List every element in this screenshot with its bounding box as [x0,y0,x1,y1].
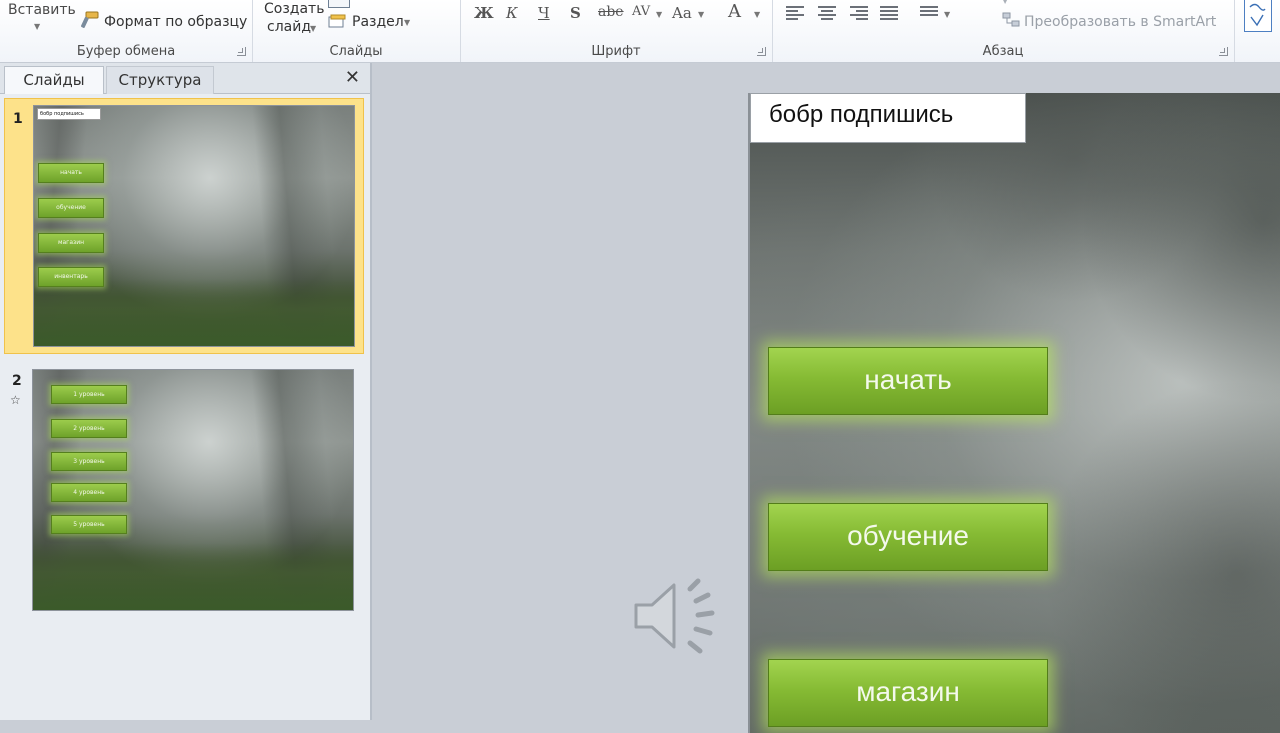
format-painter-icon[interactable] [80,10,100,30]
italic-button[interactable]: К [506,4,518,22]
smartart-icon[interactable] [1002,12,1020,28]
char-spacing-button[interactable]: AV [632,4,650,19]
thumb-button: 3 уровень [51,452,127,471]
section-icon[interactable] [328,14,348,30]
tab-outline[interactable]: Структура [106,66,214,94]
thumb-button: 4 уровень [51,483,127,502]
slide-thumbnail-image[interactable]: бобр подпишись начать обучение магазин и… [33,105,355,347]
columns-dropdown-icon[interactable]: ▼ [944,10,950,19]
slide-number: 1 [13,111,23,127]
thumb-button: 2 уровень [51,419,127,438]
thumb-button: 1 уровень [51,385,127,404]
paste-button[interactable]: Вставить [8,2,76,18]
format-painter-button[interactable]: Формат по образцу [104,14,247,30]
slides-panel: Слайды Структура ✕ 1 бобр подпишись нача… [0,63,372,720]
start-button[interactable]: начать [768,347,1048,415]
thumb-button: обучение [38,198,104,218]
drawing-group [1234,0,1280,62]
tab-slides[interactable]: Слайды [4,66,104,94]
paragraph-group: ▼ Преобразовать в SmartArt ▼ Абзац [772,0,1235,62]
align-left-icon[interactable] [786,6,804,20]
underline-button[interactable]: Ч [538,4,550,22]
paste-dropdown-icon[interactable]: ▼ [34,22,40,31]
animation-star-icon: ☆ [10,393,21,407]
shadow-button[interactable]: S [570,4,581,22]
slide-thumbnail-2[interactable]: 2 ☆ 1 уровень 2 уровень 3 уровень 4 уров… [4,363,362,617]
columns-icon[interactable] [920,6,938,20]
bold-button[interactable]: Ж [474,4,494,22]
slide-number: 2 [12,373,22,389]
layout-icon[interactable] [328,0,350,8]
slide-thumbnail-1[interactable]: 1 бобр подпишись начать обучение магазин… [4,98,364,354]
slide-thumbnail-image[interactable]: 1 уровень 2 уровень 3 уровень 4 уровень … [32,369,354,611]
thumb-button: 5 уровень [51,515,127,534]
convert-smartart-button[interactable]: Преобразовать в SmartArt [1024,14,1216,30]
justify-icon[interactable] [880,6,898,20]
strikethrough-button[interactable]: abe [598,4,624,20]
paragraph-launcher-icon[interactable] [1219,47,1228,56]
thumb-grass [34,278,354,346]
char-spacing-dropdown-icon[interactable]: ▼ [656,10,662,19]
clipboard-group-label: Буфер обмена [76,44,176,59]
font-color-dropdown-icon[interactable]: ▼ [754,10,760,19]
new-slide-label-line2[interactable]: слайд [267,19,311,35]
paragraph-group-label: Абзац [982,44,1024,59]
thumb-button: инвентарь [38,267,104,287]
change-case-dropdown-icon[interactable]: ▼ [698,10,704,19]
shop-button[interactable]: магазин [768,659,1048,727]
section-dropdown-icon[interactable]: ▼ [404,18,410,27]
font-group-label: Шрифт [591,44,641,59]
training-button[interactable]: обучение [768,503,1048,571]
font-launcher-icon[interactable] [757,47,766,56]
section-button[interactable]: Раздел [352,14,404,30]
thumb-grass [33,542,353,610]
speaker-icon[interactable] [630,571,730,661]
current-slide[interactable]: бобр подпишись начать обучение магазин [748,93,1280,733]
change-case-button[interactable]: Aa [672,4,692,22]
new-slide-label-line1[interactable]: Создать [264,1,324,17]
thumb-button: магазин [38,233,104,253]
ribbon: Вставить ▼ Формат по образцу Буфер обмен… [0,0,1280,63]
slide-title[interactable]: бобр подпишись [750,93,1026,143]
thumb-title: бобр подпишись [37,108,101,120]
slide-editor: бобр подпишись начать обучение магазин [372,63,1280,733]
font-color-button[interactable]: A [728,1,741,22]
shapes-icon[interactable] [1244,0,1272,32]
close-icon[interactable]: ✕ [345,67,360,88]
align-center-icon[interactable] [818,6,836,20]
slides-group-label: Слайды [329,44,383,59]
panel-tabbar: Слайды Структура ✕ [0,63,370,94]
font-group: Ж К Ч S abe AV ▼ Aa ▼ A ▼ Шрифт [460,0,773,62]
slides-group: Создать слайд ▼ Раздел ▼ Слайды [252,0,461,62]
new-slide-dropdown-icon[interactable]: ▼ [310,24,316,33]
clipboard-group: Вставить ▼ Формат по образцу Буфер обмен… [0,0,253,62]
clipboard-launcher-icon[interactable] [237,47,246,56]
align-right-icon[interactable] [850,6,868,20]
thumb-button: начать [38,163,104,183]
text-align-dropdown-icon[interactable]: ▼ [1002,0,1008,5]
